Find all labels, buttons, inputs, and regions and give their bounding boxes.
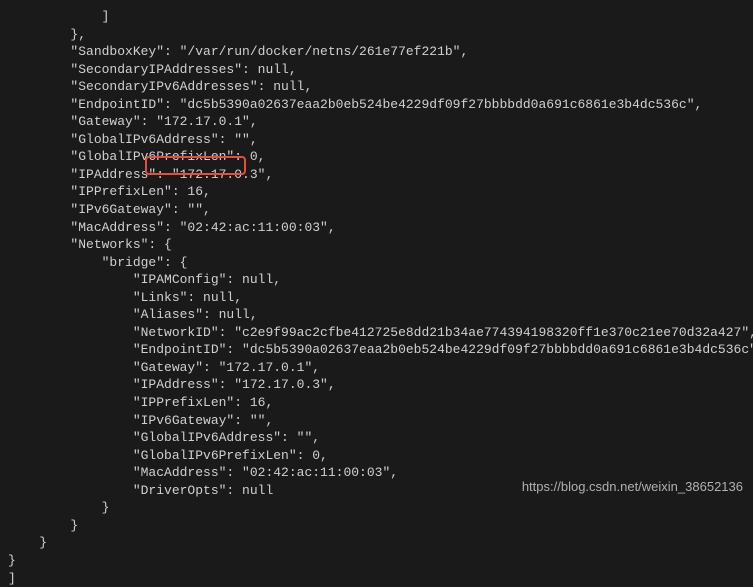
code-line: } <box>8 552 753 570</box>
code-line: "Networks": { <box>8 236 753 254</box>
code-line: } <box>8 517 753 535</box>
code-line: "EndpointID": "dc5b5390a02637eaa2b0eb524… <box>8 96 753 114</box>
code-line: "Gateway": "172.17.0.1", <box>8 113 753 131</box>
code-line: "Links": null, <box>8 289 753 307</box>
code-line: "IPPrefixLen": 16, <box>8 394 753 412</box>
code-line: "IPAddress": "172.17.0.3", <box>8 166 753 184</box>
code-line: "MacAddress": "02:42:ac:11:00:03", <box>8 219 753 237</box>
code-line: "IPAddress": "172.17.0.3", <box>8 376 753 394</box>
code-line: "GlobalIPv6PrefixLen": 0, <box>8 148 753 166</box>
code-line: "Gateway": "172.17.0.1", <box>8 359 753 377</box>
code-line: "SandboxKey": "/var/run/docker/netns/261… <box>8 43 753 61</box>
code-line: } <box>8 534 753 552</box>
code-line: "IPv6Gateway": "", <box>8 412 753 430</box>
code-line: "GlobalIPv6PrefixLen": 0, <box>8 447 753 465</box>
code-line: "NetworkID": "c2e9f99ac2cfbe412725e8dd21… <box>8 324 753 342</box>
code-line: "GlobalIPv6Address": "", <box>8 131 753 149</box>
code-line: ] <box>8 8 753 26</box>
code-line: "Aliases": null, <box>8 306 753 324</box>
code-line: "bridge": { <box>8 254 753 272</box>
code-line: "IPAMConfig": null, <box>8 271 753 289</box>
code-line: "EndpointID": "dc5b5390a02637eaa2b0eb524… <box>8 341 753 359</box>
code-line: "SecondaryIPAddresses": null, <box>8 61 753 79</box>
terminal-output: ] }, "SandboxKey": "/var/run/docker/netn… <box>8 8 753 587</box>
code-line: ] <box>8 570 753 587</box>
watermark: https://blog.csdn.net/weixin_38652136 <box>522 479 743 494</box>
code-line: "IPPrefixLen": 16, <box>8 183 753 201</box>
code-line: "SecondaryIPv6Addresses": null, <box>8 78 753 96</box>
code-line: "GlobalIPv6Address": "", <box>8 429 753 447</box>
code-line: }, <box>8 26 753 44</box>
code-line: "IPv6Gateway": "", <box>8 201 753 219</box>
